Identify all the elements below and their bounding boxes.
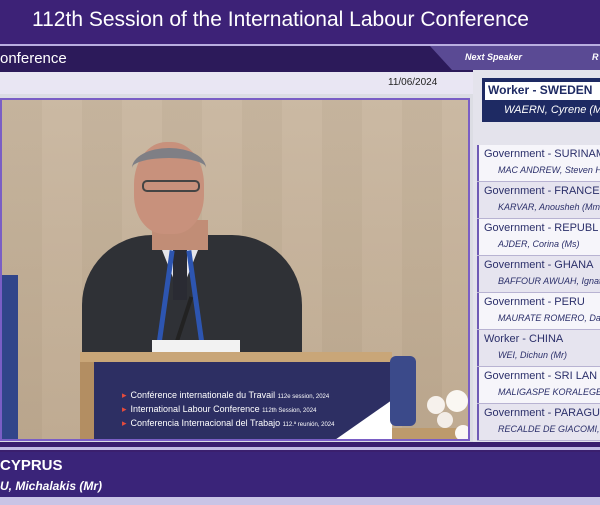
- queue-item-group: Government - REPUBL: [484, 222, 599, 234]
- queue-item-group: Government - SURINAM: [484, 148, 600, 160]
- queue-item-name: MAC ANDREW, Steven H: [498, 165, 600, 175]
- queue-item-group: Government - FRANCE: [484, 185, 600, 197]
- podium-line-es: ▸ Conferencia Internacional del Trabajo 1…: [122, 418, 335, 428]
- queue-item-name: MALIGASPE KORALEGE: [498, 387, 600, 397]
- queue-item-name: WEI, Dichun (Mr): [498, 350, 568, 360]
- next-speaker-right-label: R: [592, 52, 599, 62]
- podium-line-en: ▸ International Labour Conference 112th S…: [122, 404, 317, 414]
- queue-item: Government - FRANCE KARVAR, Anousheh (Mm: [477, 182, 600, 219]
- queue-item-name: RECALDE DE GIACOMI,: [498, 424, 600, 434]
- queue-item: Government - SRI LAN MALIGASPE KORALEGE: [477, 367, 600, 404]
- conference-title: 112th Session of the International Labou…: [32, 8, 529, 31]
- queue-item-name: BAFFOUR AWUAH, Ignat: [498, 276, 600, 286]
- queue-item: Government - REPUBL AJDER, Corina (Ms): [477, 219, 600, 256]
- current-speaker-name: U, Michalakis (Mr): [0, 479, 103, 493]
- flag: [2, 275, 18, 439]
- queue-item-group: Government - PERU: [484, 296, 585, 308]
- queue-item: Government - PARAGU RECALDE DE GIACOMI,: [477, 404, 600, 441]
- next-speaker-label: Next Speaker: [465, 52, 523, 62]
- video-feed: ▸ Conférence internationale du Travail 11…: [0, 98, 470, 441]
- subheader-title: onference: [0, 50, 67, 67]
- queue-item-name: KARVAR, Anousheh (Mm: [498, 202, 600, 212]
- queue-item-name: AJDER, Corina (Ms): [498, 239, 580, 249]
- session-date: 11/06/2024: [388, 77, 438, 88]
- podium-line-fr: ▸ Conférence internationale du Travail 11…: [122, 390, 330, 400]
- orchid-flower: [446, 390, 468, 412]
- lower-third-divider: [0, 447, 600, 450]
- podium-front: [94, 362, 390, 439]
- queue-item-group: Government - GHANA: [484, 259, 594, 271]
- queue-item: Government - GHANA BAFFOUR AWUAH, Ignat: [477, 256, 600, 293]
- current-speaker-country: CYPRUS: [0, 457, 63, 474]
- queue-item-name: MAURATE ROMERO, Da: [498, 313, 600, 323]
- queue-item: Government - PERU MAURATE ROMERO, Da: [477, 293, 600, 330]
- next-speaker-group: Worker - SWEDEN: [488, 83, 593, 97]
- speaker-glasses: [142, 180, 200, 192]
- next-speaker-name: WAERN, Cyrene (M: [504, 104, 600, 116]
- queue-item: Government - SURINAM MAC ANDREW, Steven H: [477, 145, 600, 182]
- queue-item-group: Government - PARAGU: [484, 407, 600, 419]
- orchid-flower: [437, 412, 453, 428]
- queue-item-group: Government - SRI LAN: [484, 370, 598, 382]
- orchid-flower: [455, 425, 468, 439]
- queue-item-group: Worker - CHINA: [484, 333, 564, 345]
- bottom-strip: [0, 497, 600, 505]
- chair: [390, 356, 416, 426]
- queue-item: Worker - CHINA WEI, Dichun (Mr): [477, 330, 600, 367]
